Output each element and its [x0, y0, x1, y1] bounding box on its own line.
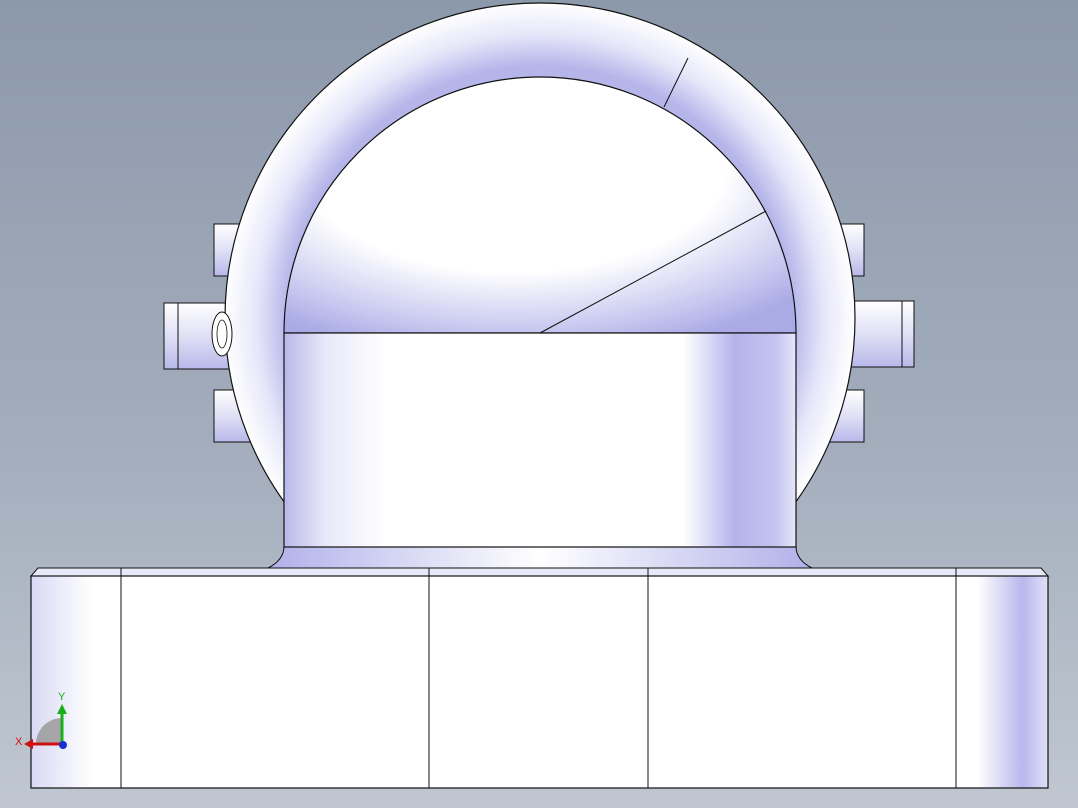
graphics-viewport[interactable]: Y X: [0, 0, 1078, 808]
z-axis-dot: [59, 741, 67, 749]
model-view[interactable]: Y X: [0, 0, 1078, 808]
y-axis-label: Y: [58, 691, 66, 703]
neck-fillet: [267, 545, 813, 569]
x-axis-arrowhead: [24, 739, 33, 749]
grease-fitting: [211, 311, 233, 357]
x-axis-label: X: [15, 736, 23, 748]
housing-neck: [283, 332, 797, 548]
base-plate: [29, 567, 1050, 789]
